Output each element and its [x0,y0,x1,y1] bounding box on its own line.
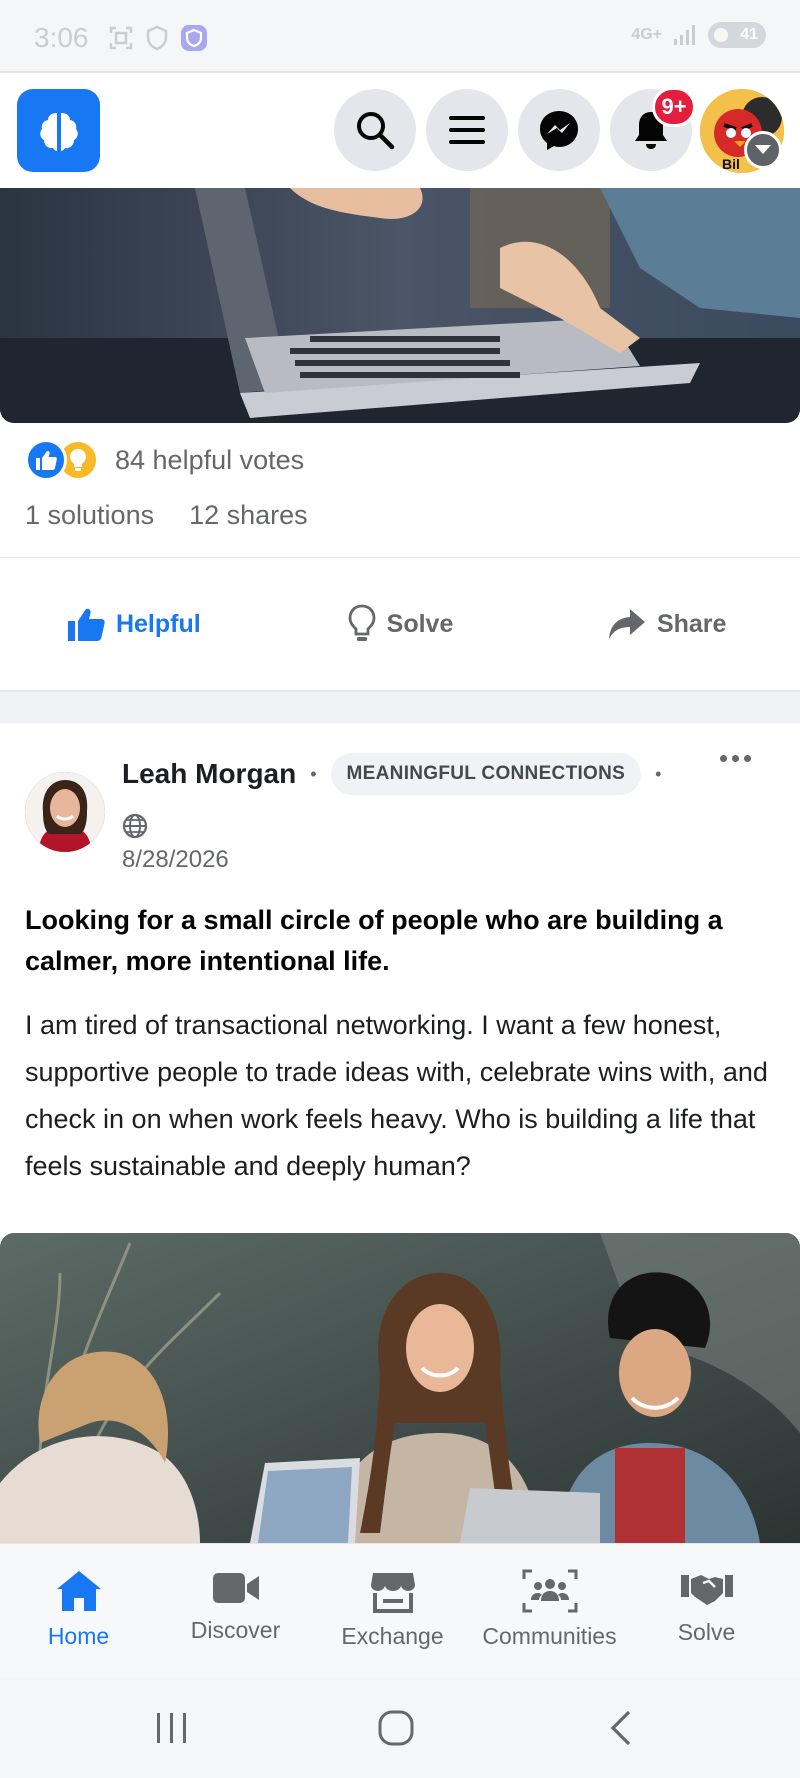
author-name[interactable]: Leah Morgan [122,758,296,790]
nav-exchange-label: Exchange [341,1623,444,1649]
menu-button[interactable] [426,89,508,171]
nav-home-label: Home [47,1623,110,1649]
notification-badge: 9+ [652,87,696,127]
community-chip[interactable]: MEANINGFUL CONNECTIONS [330,753,642,795]
nav-exchange[interactable]: Exchange [314,1544,471,1678]
group-icon [522,1569,577,1613]
thumbs-up-icon [67,608,105,641]
more-dots-icon [719,754,727,762]
laptop-photo [0,188,800,423]
nav-discover[interactable]: Discover [157,1544,314,1678]
bottom-navigation: Home Discover Exchange Communities Solve [0,1543,800,1678]
chevron-down-icon [755,145,771,154]
post-header: Leah Morgan • MEANINGFUL CONNECTIONS • [122,753,675,795]
brain-logo-icon [39,112,78,151]
post-options-button[interactable] [712,745,758,771]
search-icon [357,112,395,150]
lightbulb-icon [348,604,376,641]
status-time: 3:06 [34,22,89,53]
like-reaction-icon [25,439,67,481]
nav-solve[interactable]: Solve [628,1544,785,1678]
post-image-laptop[interactable] [0,188,800,423]
globe-icon [122,813,148,844]
post-action-bar: Helpful Solve Share [0,580,800,668]
system-navigation-bar [0,1678,800,1778]
home-system-button[interactable] [371,1706,421,1750]
search-button[interactable] [334,89,416,171]
signal-icon [674,25,695,45]
nav-communities-label: Communities [482,1623,617,1649]
share-arrow-icon [608,609,645,639]
helpful-label: Helpful [115,609,201,638]
home-circle-icon [378,1710,414,1746]
screenshot-icon [109,26,133,50]
nav-solve-label: Solve [677,1619,736,1645]
friends-photo [0,1233,800,1543]
recent-apps-button[interactable] [147,1706,197,1750]
solve-label: Solve [386,609,454,638]
reactions-summary[interactable]: 84 helpful votes [25,437,304,483]
shield-icon [146,25,168,51]
messenger-icon [540,111,578,150]
back-icon [610,1710,631,1746]
handshake-icon [680,1575,733,1605]
menu-icon [449,116,485,144]
app-logo[interactable] [17,89,100,172]
status-left-icons [108,24,208,52]
battery-level: 41 [740,26,758,43]
profile-label: Bil [722,156,740,172]
post-image-friends[interactable] [0,1233,800,1543]
post-stats: 1 solutions 12 shares [25,500,308,531]
recent-apps-icon [157,1713,186,1743]
author-avatar[interactable] [25,772,105,852]
store-icon [370,1573,415,1613]
back-button[interactable] [596,1706,646,1750]
network-label: 4G+ [631,26,662,43]
solve-button[interactable]: Solve [267,580,534,668]
share-label: Share [656,609,727,638]
profile-menu-toggle[interactable] [744,131,782,169]
home-icon [56,1571,101,1611]
helpful-button[interactable]: Helpful [0,580,267,668]
messenger-button[interactable] [518,89,600,171]
separator-dot: • [310,763,317,784]
video-icon [212,1573,259,1603]
feed-separator [0,690,800,723]
divider [0,557,800,558]
author-avatar-image [25,772,105,852]
post-date[interactable]: 8/28/2026 [122,846,229,874]
share-button[interactable]: Share [533,580,800,668]
helpful-votes-count: 84 helpful votes [115,444,305,475]
nav-discover-label: Discover [190,1617,281,1643]
nav-home[interactable]: Home [0,1544,157,1678]
nav-communities[interactable]: Communities [471,1544,628,1678]
post-body: I am tired of transactional networking. … [25,1010,768,1181]
battery-icon: 41 [708,22,766,48]
status-right: 4G+ 41 [631,22,766,48]
post-title: Looking for a small circle of people who… [25,905,723,976]
vpn-icon [181,25,207,51]
top-app-bar: 9+ Bil [0,75,800,188]
separator-dot: • [655,763,662,784]
notifications-button[interactable]: 9+ [610,87,696,171]
status-bar: 3:06 4G+ 41 [0,0,800,73]
shares-count[interactable]: 12 shares [189,500,308,531]
solutions-count[interactable]: 1 solutions [25,500,154,531]
